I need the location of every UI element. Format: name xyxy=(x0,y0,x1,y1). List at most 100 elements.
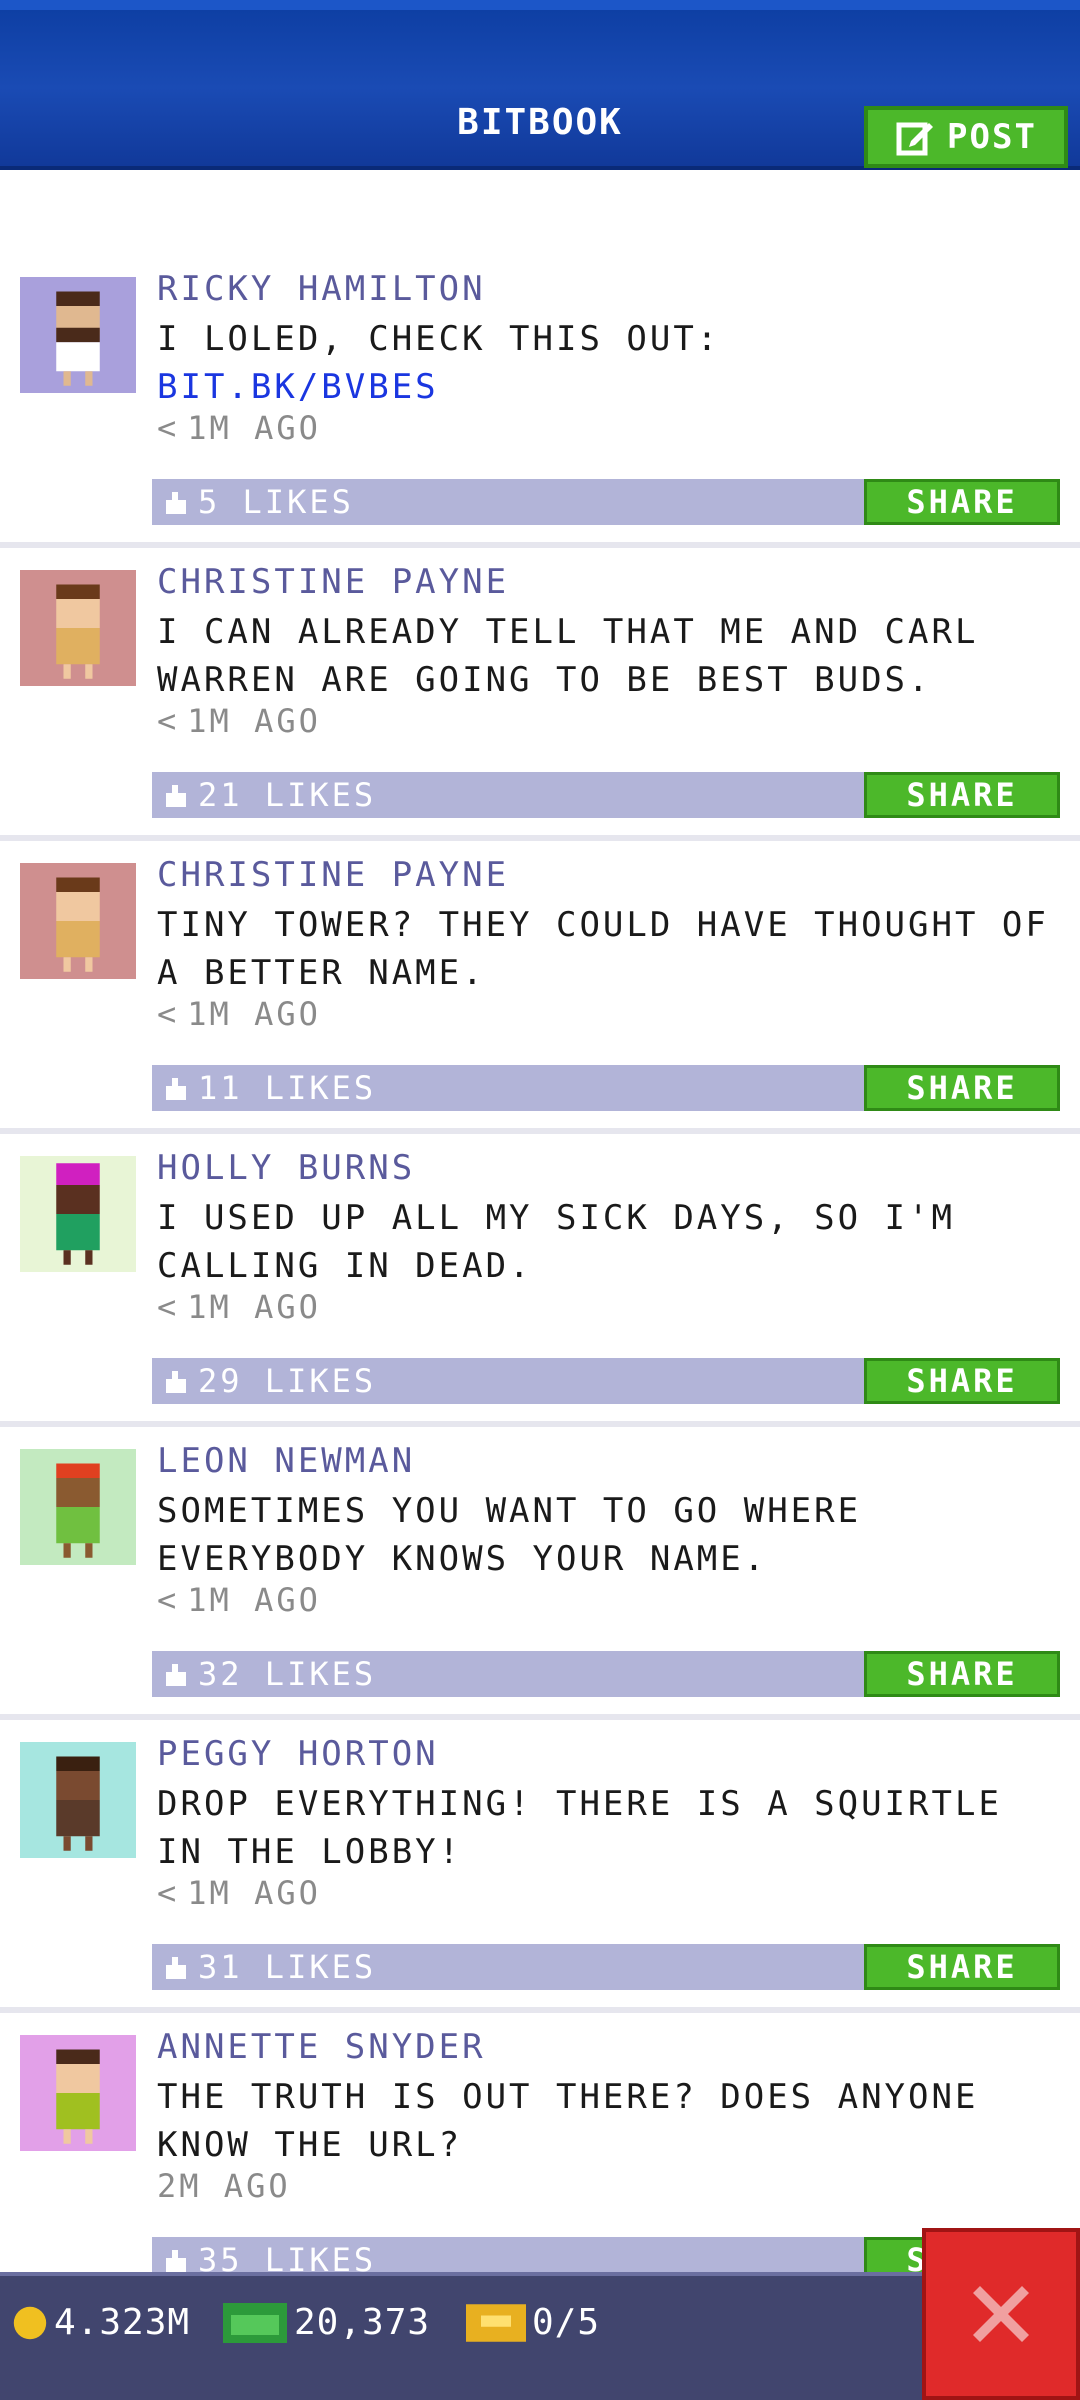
feed-post: CHRISTINE PAYNE I CAN ALREADY TELL THAT … xyxy=(0,548,1080,841)
share-button[interactable]: SHARE xyxy=(864,479,1060,525)
thumbs-up-icon xyxy=(166,1078,186,1100)
post-time: < 1M AGO xyxy=(157,702,321,740)
avatar xyxy=(20,1742,136,1858)
like-count: 11 LIKES xyxy=(198,1069,377,1107)
post-message: DROP EVERYTHING! THERE IS A SQUIRTLE IN … xyxy=(157,1780,1062,1876)
post-link[interactable]: BIT.BK/BVBES xyxy=(157,363,1062,411)
person-avatar-icon xyxy=(20,2035,136,2151)
like-bar: 21 LIKES SHARE xyxy=(152,772,1060,818)
thumbs-up-icon xyxy=(166,2250,186,2272)
like-bar: 31 LIKES SHARE xyxy=(152,1944,1060,1990)
like-bar: 32 LIKES SHARE xyxy=(152,1651,1060,1697)
post-author[interactable]: CHRISTINE PAYNE xyxy=(157,855,509,895)
coin-icon xyxy=(13,2306,47,2339)
cash-icon xyxy=(223,2302,287,2343)
chevron-left-icon: < xyxy=(157,1581,180,1619)
post-author[interactable]: CHRISTINE PAYNE xyxy=(157,562,509,602)
post-text: TINY TOWER? THEY COULD HAVE THOUGHT OF A… xyxy=(157,905,1049,993)
feed-list: RICKY HAMILTON I LOLED, CHECK THIS OUT: … xyxy=(0,255,1080,2306)
post-button-label: POST xyxy=(947,117,1037,157)
like-count: 21 LIKES xyxy=(198,776,377,814)
share-button[interactable]: SHARE xyxy=(864,1358,1060,1404)
bux-counter: 20,373 xyxy=(222,2302,430,2343)
avatar xyxy=(20,570,136,686)
post-message: THE TRUTH IS OUT THERE? DOES ANYONE KNOW… xyxy=(157,2073,1062,2169)
like-bar: 5 LIKES SHARE xyxy=(152,479,1060,525)
chevron-left-icon: < xyxy=(157,1874,180,1912)
like-bar: 11 LIKES SHARE xyxy=(152,1065,1060,1111)
chevron-left-icon: < xyxy=(157,409,180,447)
avatar xyxy=(20,863,136,979)
share-button[interactable]: SHARE xyxy=(864,1944,1060,1990)
post-text: SOMETIMES YOU WANT TO GO WHERE EVERYBODY… xyxy=(157,1491,862,1579)
like-count: 32 LIKES xyxy=(198,1655,377,1693)
feed-post: PEGGY HORTON DROP EVERYTHING! THERE IS A… xyxy=(0,1720,1080,2013)
post-text: DROP EVERYTHING! THERE IS A SQUIRTLE IN … xyxy=(157,1784,1002,1872)
person-avatar-icon xyxy=(20,1156,136,1272)
thumbs-up-icon xyxy=(166,1957,186,1979)
thumbs-up-icon xyxy=(166,1371,186,1393)
chevron-left-icon: < xyxy=(157,995,180,1033)
post-time: < 1M AGO xyxy=(157,1581,321,1619)
post-author[interactable]: HOLLY BURNS xyxy=(157,1148,415,1188)
like-button[interactable]: 32 LIKES xyxy=(164,1651,376,1697)
like-button[interactable]: 29 LIKES xyxy=(164,1358,376,1404)
post-time: < 1M AGO xyxy=(157,1874,321,1912)
person-avatar-icon xyxy=(20,1449,136,1565)
thumbs-up-icon xyxy=(166,785,186,807)
post-text: I USED UP ALL MY SICK DAYS, SO I'M CALLI… xyxy=(157,1198,955,1286)
post-author[interactable]: LEON NEWMAN xyxy=(157,1441,415,1481)
chevron-left-icon: < xyxy=(157,1288,180,1326)
feed-post: HOLLY BURNS I USED UP ALL MY SICK DAYS, … xyxy=(0,1134,1080,1427)
coins-counter: 4.323M xyxy=(12,2302,190,2343)
person-avatar-icon xyxy=(20,863,136,979)
post-message: TINY TOWER? THEY COULD HAVE THOUGHT OF A… xyxy=(157,901,1062,997)
thumbs-up-icon xyxy=(166,492,186,514)
close-icon xyxy=(973,2286,1029,2342)
chevron-left-icon: < xyxy=(157,702,180,740)
like-count: 5 LIKES xyxy=(198,483,354,521)
status-bar: 4.323M 20,373 0/5 xyxy=(0,2272,1080,2400)
avatar xyxy=(20,277,136,393)
like-button[interactable]: 21 LIKES xyxy=(164,772,376,818)
avatar xyxy=(20,1156,136,1272)
app-header: BITBOOK POST xyxy=(0,0,1080,170)
ticket-icon xyxy=(466,2303,526,2342)
avatar xyxy=(20,2035,136,2151)
post-time: 2M AGO xyxy=(157,2167,291,2205)
share-button[interactable]: SHARE xyxy=(864,772,1060,818)
like-button[interactable]: 11 LIKES xyxy=(164,1065,376,1111)
post-author[interactable]: ANNETTE SNYDER xyxy=(157,2027,486,2067)
post-author[interactable]: RICKY HAMILTON xyxy=(157,269,486,309)
post-message: I LOLED, CHECK THIS OUT: BIT.BK/BVBES xyxy=(157,315,1062,411)
feed-post: LEON NEWMAN SOMETIMES YOU WANT TO GO WHE… xyxy=(0,1427,1080,1720)
post-text: I CAN ALREADY TELL THAT ME AND CARL WARR… xyxy=(157,612,979,700)
person-avatar-icon xyxy=(20,1742,136,1858)
feed-post: ANNETTE SNYDER THE TRUTH IS OUT THERE? D… xyxy=(0,2013,1080,2306)
post-message: I USED UP ALL MY SICK DAYS, SO I'M CALLI… xyxy=(157,1194,1062,1290)
feed-post: CHRISTINE PAYNE TINY TOWER? THEY COULD H… xyxy=(0,841,1080,1134)
post-time: < 1M AGO xyxy=(157,409,321,447)
post-message: I CAN ALREADY TELL THAT ME AND CARL WARR… xyxy=(157,608,1062,704)
like-bar: 29 LIKES SHARE xyxy=(152,1358,1060,1404)
person-avatar-icon xyxy=(20,277,136,393)
post-text: THE TRUTH IS OUT THERE? DOES ANYONE KNOW… xyxy=(157,2077,979,2165)
post-time: < 1M AGO xyxy=(157,995,321,1033)
share-button[interactable]: SHARE xyxy=(864,1651,1060,1697)
person-avatar-icon xyxy=(20,570,136,686)
like-button[interactable]: 31 LIKES xyxy=(164,1944,376,1990)
like-count: 29 LIKES xyxy=(198,1362,377,1400)
tickets-counter: 0/5 xyxy=(466,2302,600,2343)
share-button[interactable]: SHARE xyxy=(864,1065,1060,1111)
like-button[interactable]: 5 LIKES xyxy=(164,479,354,525)
post-message: SOMETIMES YOU WANT TO GO WHERE EVERYBODY… xyxy=(157,1487,1062,1583)
avatar xyxy=(20,1449,136,1565)
post-button[interactable]: POST xyxy=(864,106,1068,168)
feed-post: RICKY HAMILTON I LOLED, CHECK THIS OUT: … xyxy=(0,255,1080,548)
like-count: 31 LIKES xyxy=(198,1948,377,1986)
post-text: I LOLED, CHECK THIS OUT: xyxy=(157,319,721,359)
edit-icon xyxy=(896,122,934,156)
post-time: < 1M AGO xyxy=(157,1288,321,1326)
close-button[interactable] xyxy=(922,2228,1080,2400)
post-author[interactable]: PEGGY HORTON xyxy=(157,1734,439,1774)
